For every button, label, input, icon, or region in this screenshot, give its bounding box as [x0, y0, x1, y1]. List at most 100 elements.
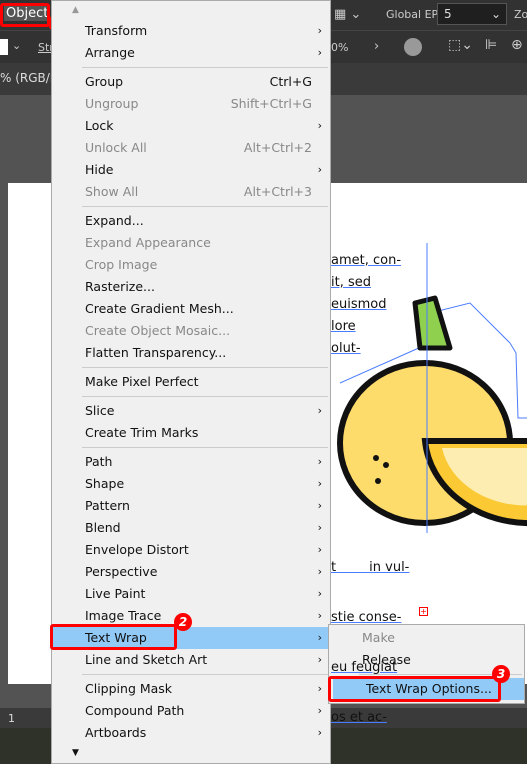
menu-item-ungroup[interactable]: Ungroup Shift+Ctrl+G	[52, 93, 330, 115]
triangle-up-icon: ▲	[72, 5, 79, 15]
text-line: eu feugiat	[331, 660, 398, 675]
menu-item-label: Shape	[85, 476, 125, 491]
menu-item-label: Flatten Transparency...	[85, 345, 227, 360]
chevron-right-icon: ›	[317, 587, 322, 600]
text-overflow-icon[interactable]: +	[419, 607, 428, 616]
menu-item-slice[interactable]: Slice ›	[52, 400, 330, 422]
recolor-icon[interactable]	[404, 38, 422, 56]
menu-item-blend[interactable]: Blend ›	[52, 517, 330, 539]
menu-item-expand[interactable]: Expand...	[52, 210, 330, 232]
annotation-box-1	[0, 3, 50, 27]
menu-item-label: Slice	[85, 403, 115, 418]
document-tab[interactable]: % (RGB/P	[0, 71, 57, 85]
text-line: olut-	[331, 341, 361, 356]
fill-swatch[interactable]	[0, 39, 8, 55]
menu-item-pattern[interactable]: Pattern ›	[52, 495, 330, 517]
menu-item-shortcut: Ctrl+G	[269, 74, 312, 89]
menu-item-transform[interactable]: Transform ›	[52, 20, 330, 42]
annotation-badge-2: 2	[174, 613, 192, 631]
chevron-right-icon[interactable]: ›	[374, 39, 379, 54]
menu-item-crop-image[interactable]: Crop Image	[52, 254, 330, 276]
menu-item-label: Line and Sketch Art	[85, 652, 208, 667]
menu-item-hide[interactable]: Hide ›	[52, 159, 330, 181]
menu-item-artboards[interactable]: Artboards ›	[52, 722, 330, 744]
menu-item-label: Artboards	[85, 725, 147, 740]
page-number[interactable]: 1	[8, 712, 15, 725]
menu-separator	[52, 203, 330, 210]
chevron-right-icon: ›	[317, 543, 322, 556]
menu-item-path[interactable]: Path ›	[52, 451, 330, 473]
chevron-down-icon: ⌄	[490, 7, 501, 21]
menu-item-label: Clipping Mask	[85, 681, 173, 696]
chevron-right-icon: ›	[317, 653, 322, 666]
menu-item-label: Arrange	[85, 45, 135, 60]
menu-item-arrange[interactable]: Arrange ›	[52, 42, 330, 64]
menu-item-label: Envelope Distort	[85, 542, 189, 557]
menu-item-flatten-transparency[interactable]: Flatten Transparency...	[52, 342, 330, 364]
chevron-right-icon: ›	[317, 119, 322, 132]
text-line: stie conse-	[331, 610, 402, 625]
menu-item-make-pixel-perfect[interactable]: Make Pixel Perfect	[52, 371, 330, 393]
scroll-down[interactable]: ▼	[52, 744, 330, 764]
menu-item-lock[interactable]: Lock ›	[52, 115, 330, 137]
menu-item-label: Create Gradient Mesh...	[85, 301, 234, 316]
chevron-right-icon: ›	[317, 726, 322, 739]
workspace-icon[interactable]: ▦ ⌄	[334, 7, 361, 22]
menu-item-label: Rasterize...	[85, 279, 155, 294]
menu-item-line-and-sketch-art[interactable]: Line and Sketch Art ›	[52, 649, 330, 671]
menu-item-create-trim-marks[interactable]: Create Trim Marks	[52, 422, 330, 444]
menu-item-label: Hide	[85, 162, 114, 177]
menu-item-label: Show All	[85, 184, 139, 199]
menu-item-label: Group	[85, 74, 124, 89]
text-line: lore	[331, 319, 356, 334]
menu-item-create-gradient-mesh[interactable]: Create Gradient Mesh...	[52, 298, 330, 320]
menu-item-clipping-mask[interactable]: Clipping Mask ›	[52, 678, 330, 700]
menu-separator	[52, 364, 330, 371]
zoom-label: Zo	[514, 8, 527, 21]
menu-item-label: Compound Path	[85, 703, 185, 718]
text-line: t in vul-	[331, 560, 410, 575]
menu-separator	[52, 671, 330, 678]
menu-item-expand-appearance[interactable]: Expand Appearance	[52, 232, 330, 254]
triangle-down-icon: ▼	[72, 748, 79, 758]
text-line: it, sed	[331, 275, 371, 290]
chevron-right-icon: ›	[317, 163, 322, 176]
menu-item-group[interactable]: Group Ctrl+G	[52, 71, 330, 93]
menu-item-create-object-mosaic[interactable]: Create Object Mosaic...	[52, 320, 330, 342]
menu-item-label: Blend	[85, 520, 121, 535]
menu-item-live-paint[interactable]: Live Paint ›	[52, 583, 330, 605]
text-line: euismod	[331, 297, 387, 312]
text-line: amet, con-	[331, 253, 402, 268]
menu-item-show-all[interactable]: Show All Alt+Ctrl+3	[52, 181, 330, 203]
menu-item-label: Ungroup	[85, 96, 139, 111]
opacity-value[interactable]: 0%	[331, 41, 348, 54]
menu-item-shape[interactable]: Shape ›	[52, 473, 330, 495]
chevron-down-icon[interactable]: ⌄	[12, 39, 21, 52]
menu-item-rasterize[interactable]: Rasterize...	[52, 276, 330, 298]
menu-item-envelope-distort[interactable]: Envelope Distort ›	[52, 539, 330, 561]
menu-item-unlock-all[interactable]: Unlock All Alt+Ctrl+2	[52, 137, 330, 159]
menu-separator	[52, 444, 330, 451]
menu-item-label: Image Trace	[85, 608, 162, 623]
menu-item-shortcut: Shift+Ctrl+G	[230, 96, 312, 111]
menu-item-perspective[interactable]: Perspective ›	[52, 561, 330, 583]
scroll-up[interactable]: ▲	[52, 1, 330, 20]
menu-item-shortcut: Alt+Ctrl+3	[243, 184, 312, 199]
menu-item-label: Create Trim Marks	[85, 425, 199, 440]
menu-item-label: Expand Appearance	[85, 235, 211, 250]
menu-item-label: Crop Image	[85, 257, 158, 272]
menu-item-label: Make Pixel Perfect	[85, 374, 199, 389]
menu-item-compound-path[interactable]: Compound Path ›	[52, 700, 330, 722]
global-epf-select[interactable]: 5 ⌄	[437, 3, 507, 25]
transform-icon[interactable]: ⬚⌄	[448, 37, 473, 53]
chevron-right-icon: ›	[317, 704, 322, 717]
menu-separator	[52, 393, 330, 400]
text-top: amet, con- it, sed euismod lore olut-	[331, 250, 401, 360]
align-center-icon[interactable]: ⊕	[511, 37, 523, 53]
menu-item-label: Expand...	[85, 213, 144, 228]
annotation-box-2	[50, 624, 177, 650]
text-bottom: t in vul- stie conse- eu feugiat os et a…	[331, 529, 409, 757]
align-left-icon[interactable]: ⊫	[485, 37, 497, 53]
menu-item-label: Live Paint	[85, 586, 146, 601]
chevron-right-icon: ›	[317, 24, 322, 37]
